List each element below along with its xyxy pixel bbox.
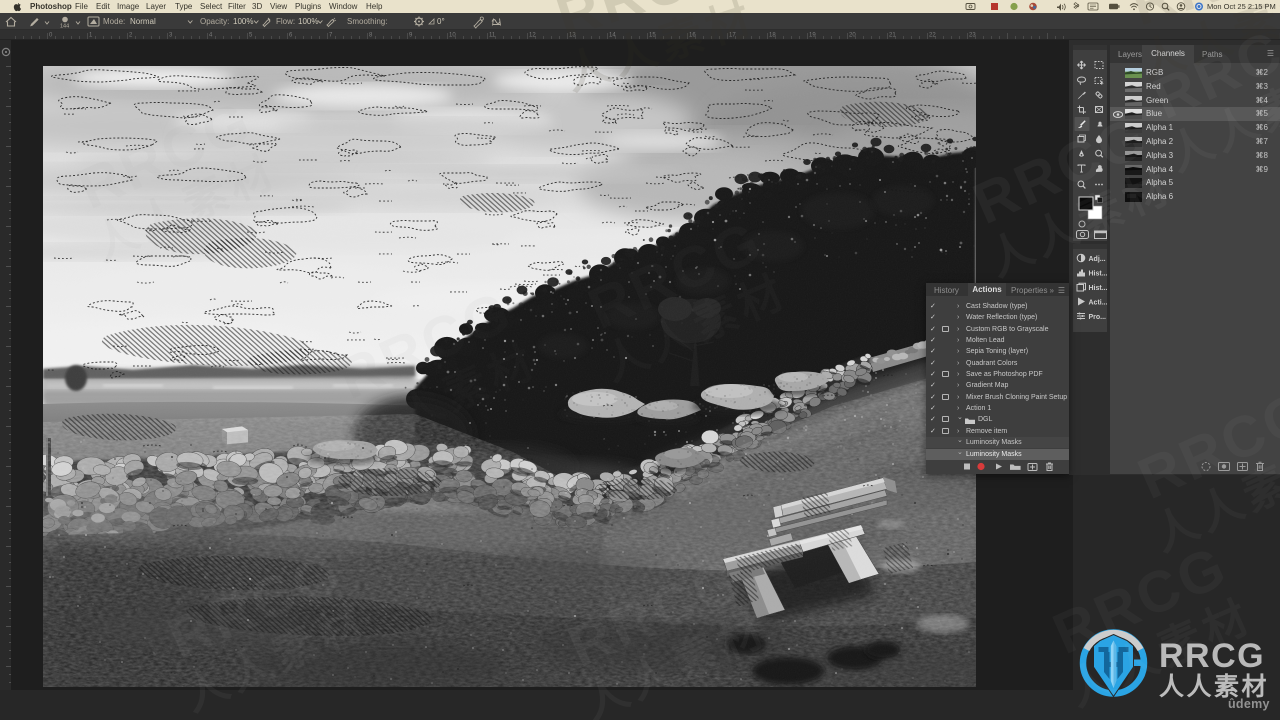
svg-text:13: 13 (569, 33, 576, 39)
svg-text:11: 11 (489, 33, 496, 39)
svg-text:17: 17 (729, 33, 736, 39)
svg-text:16: 16 (689, 33, 696, 39)
svg-text:Acti...: Acti... (1089, 300, 1108, 307)
svg-text:Hist...: Hist... (1089, 271, 1108, 278)
svg-text:Hist...: Hist... (1089, 285, 1108, 292)
svg-text:18: 18 (769, 33, 776, 39)
svg-text:23: 23 (969, 33, 976, 39)
svg-text:10: 10 (449, 33, 456, 39)
svg-text:12: 12 (529, 33, 536, 39)
svg-text:21: 21 (889, 33, 896, 39)
svg-text:Pro...: Pro... (1089, 314, 1107, 321)
svg-text:15: 15 (649, 33, 656, 39)
svg-text:19: 19 (809, 33, 816, 39)
svg-text:14: 14 (609, 33, 616, 39)
svg-text:20: 20 (849, 33, 856, 39)
svg-text:22: 22 (929, 33, 936, 39)
svg-text:Adj...: Adj... (1089, 256, 1106, 263)
svg-text:144: 144 (60, 24, 69, 30)
svg-text:RRCG: RRCG (1159, 637, 1265, 675)
